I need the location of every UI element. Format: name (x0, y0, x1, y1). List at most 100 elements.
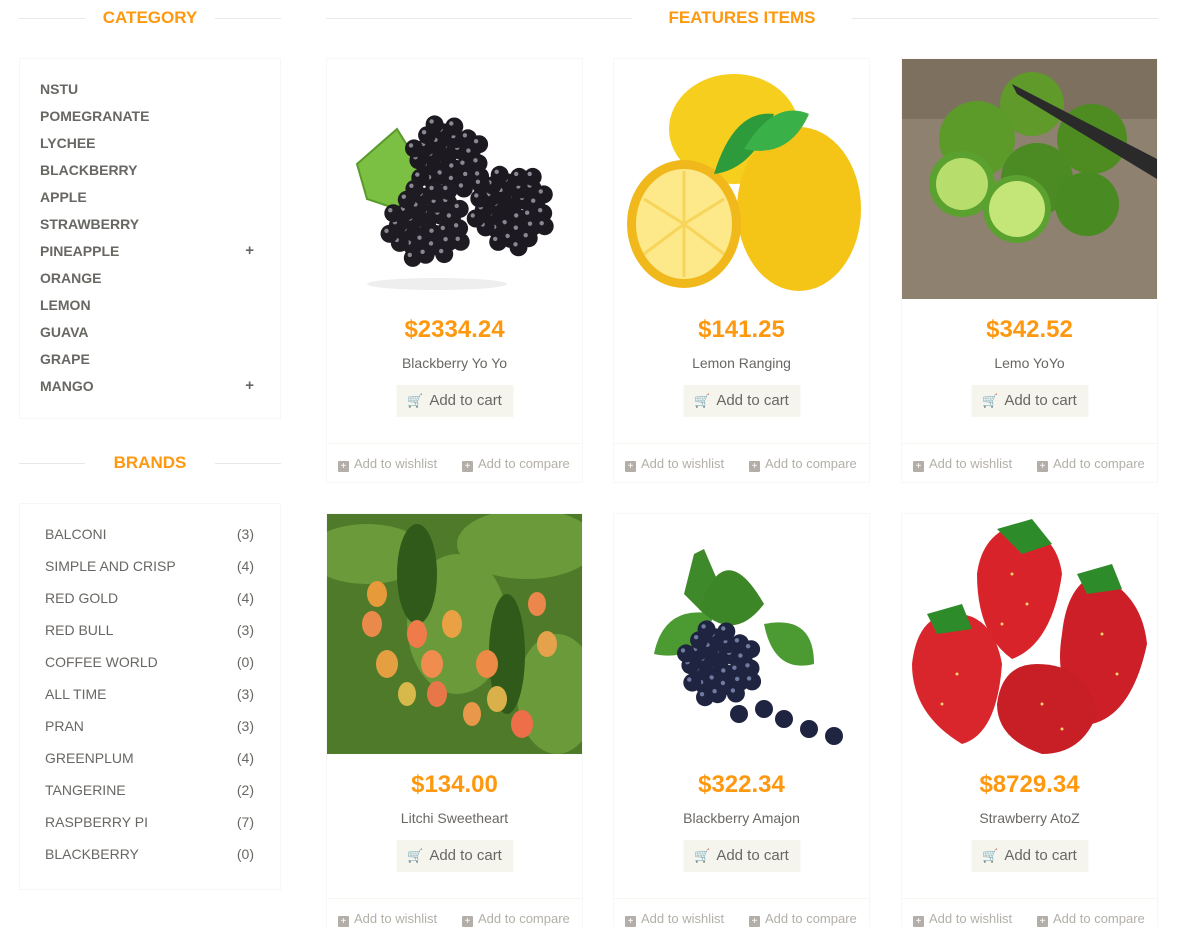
add-to-cart-button[interactable]: 🛒 Add to cart (396, 385, 513, 417)
brand-item-red-gold[interactable]: RED GOLD (4) (20, 586, 280, 618)
brand-item-count: (3) (236, 718, 254, 734)
category-item-strawberry[interactable]: STRAWBERRY (20, 212, 280, 239)
add-to-compare-link[interactable]: + Add to compare (462, 911, 570, 927)
brand-item-label: PRAN (45, 718, 84, 734)
add-to-compare-link[interactable]: + Add to compare (749, 911, 857, 927)
product-actions: + Add to wishlist + Add to compare (327, 898, 582, 927)
brand-item-coffee-world[interactable]: COFFEE WORLD (0) (20, 650, 280, 682)
product-name: Litchi Sweetheart (400, 810, 509, 826)
add-to-cart-button[interactable]: 🛒 Add to cart (396, 840, 513, 872)
plus-square-icon: + (625, 461, 636, 472)
plus-icon[interactable]: + (245, 239, 254, 263)
brand-item-greenplum[interactable]: GREENPLUM (4) (20, 746, 280, 778)
brand-item-count: (7) (236, 814, 254, 830)
brand-item-label: ALL TIME (45, 686, 107, 702)
category-item-orange[interactable]: ORANGE (20, 266, 280, 293)
product-name: Blackberry Amajon (683, 810, 800, 826)
brand-item-tangerine[interactable]: TANGERINE (2) (20, 778, 280, 810)
plus-square-icon: + (749, 916, 760, 927)
add-to-compare-label: Add to compare (765, 456, 857, 471)
product-price: $2334.24 (404, 316, 505, 343)
plus-icon[interactable]: + (245, 374, 254, 398)
product-image[interactable] (902, 514, 1157, 754)
product-card: $322.34 Blackberry Amajon 🛒 Add to cart +… (613, 513, 870, 927)
category-heading: CATEGORY (19, 0, 281, 36)
brand-item-count: (3) (236, 622, 254, 638)
plus-square-icon: + (625, 916, 636, 927)
product-image[interactable] (614, 514, 869, 754)
plus-square-icon: + (913, 461, 924, 472)
add-to-cart-button[interactable]: 🛒 Add to cart (971, 840, 1088, 872)
product-price: $141.25 (698, 316, 785, 343)
add-to-wishlist-link[interactable]: + Add to wishlist (338, 911, 437, 927)
category-item-apple[interactable]: APPLE (20, 185, 280, 212)
product-card: $134.00 Litchi Sweetheart 🛒 Add to cart +… (326, 513, 583, 927)
category-item-label: POMEGRANATE (40, 108, 150, 124)
brand-item-count: (0) (236, 846, 254, 862)
category-item-pomegranate[interactable]: POMEGRANATE (20, 104, 280, 131)
brand-item-simple-and-crisp[interactable]: SIMPLE AND CRISP (4) (20, 554, 280, 586)
add-to-wishlist-link[interactable]: + Add to wishlist (913, 456, 1012, 472)
product-image[interactable] (614, 59, 869, 299)
category-item-pineapple[interactable]: PINEAPPLE + (20, 239, 280, 266)
product-name: Lemon Ranging (692, 355, 791, 371)
product-name: Strawberry AtoZ (979, 810, 1080, 826)
brand-item-label: SIMPLE AND CRISP (45, 558, 176, 574)
add-to-cart-label: Add to cart (429, 392, 502, 409)
brand-item-count: (0) (236, 654, 254, 670)
brand-item-all-time[interactable]: ALL TIME (3) (20, 682, 280, 714)
product-image[interactable] (327, 59, 582, 299)
add-to-wishlist-link[interactable]: + Add to wishlist (625, 911, 724, 927)
brand-item-count: (2) (236, 782, 254, 798)
product-price: $322.34 (698, 771, 785, 798)
add-to-compare-label: Add to compare (478, 911, 570, 926)
category-item-mango[interactable]: MANGO + (20, 374, 280, 401)
add-to-compare-label: Add to compare (478, 456, 570, 471)
add-to-wishlist-label: Add to wishlist (354, 911, 438, 926)
shopping-cart-icon: 🛒 (982, 393, 999, 408)
add-to-compare-link[interactable]: + Add to compare (749, 456, 857, 472)
category-item-grape[interactable]: GRAPE (20, 347, 280, 374)
add-to-compare-label: Add to compare (1053, 911, 1145, 926)
add-to-cart-button[interactable]: 🛒 Add to cart (971, 385, 1088, 417)
add-to-compare-link[interactable]: + Add to compare (1037, 911, 1145, 927)
add-to-compare-link[interactable]: + Add to compare (462, 456, 570, 472)
brand-item-count: (4) (236, 590, 254, 606)
category-item-nstu[interactable]: NSTU (20, 77, 280, 104)
category-list: NSTU POMEGRANATE LYCHEE BLACKBERRY APPLE STRA… (19, 58, 281, 419)
category-item-label: ORANGE (40, 270, 102, 286)
add-to-cart-button[interactable]: 🛒 Add to cart (683, 840, 800, 872)
plus-square-icon: + (338, 916, 349, 927)
add-to-compare-label: Add to compare (1053, 456, 1145, 471)
add-to-cart-button[interactable]: 🛒 Add to cart (683, 385, 800, 417)
product-image[interactable] (902, 59, 1157, 299)
category-item-guava[interactable]: GUAVA (20, 320, 280, 347)
category-item-lychee[interactable]: LYCHEE (20, 131, 280, 158)
product-actions: + Add to wishlist + Add to compare (614, 898, 869, 927)
brand-item-pran[interactable]: PRAN (3) (20, 714, 280, 746)
brand-item-count: (3) (236, 686, 254, 702)
category-item-label: LEMON (40, 297, 91, 313)
product-name: Blackberry Yo Yo (401, 355, 508, 371)
product-card: $342.52 Lemo YoYo 🛒 Add to cart + Add to w… (901, 58, 1158, 483)
add-to-wishlist-link[interactable]: + Add to wishlist (625, 456, 724, 472)
brand-item-red-bull[interactable]: RED BULL (3) (20, 618, 280, 650)
add-to-wishlist-label: Add to wishlist (929, 911, 1013, 926)
brand-item-blackberry[interactable]: BLACKBERRY (0) (20, 842, 280, 874)
category-item-lemon[interactable]: LEMON (20, 293, 280, 320)
plus-square-icon: + (749, 461, 760, 472)
shopping-cart-icon: 🛒 (694, 393, 711, 408)
brand-item-label: TANGERINE (45, 782, 126, 798)
product-image[interactable] (327, 514, 582, 754)
add-to-wishlist-link[interactable]: + Add to wishlist (913, 911, 1012, 927)
brand-item-balconi[interactable]: BALCONI (3) (20, 522, 280, 554)
category-item-blackberry[interactable]: BLACKBERRY (20, 158, 280, 185)
add-to-compare-link[interactable]: + Add to compare (1037, 456, 1145, 472)
brand-item-label: BLACKBERRY (45, 846, 139, 862)
brand-item-count: (4) (236, 558, 254, 574)
add-to-wishlist-link[interactable]: + Add to wishlist (338, 456, 437, 472)
brands-heading: BRANDS (19, 445, 281, 481)
plus-square-icon: + (338, 461, 349, 472)
brand-item-raspberry-pi[interactable]: RASPBERRY PI (7) (20, 810, 280, 842)
plus-square-icon: + (1037, 461, 1048, 472)
